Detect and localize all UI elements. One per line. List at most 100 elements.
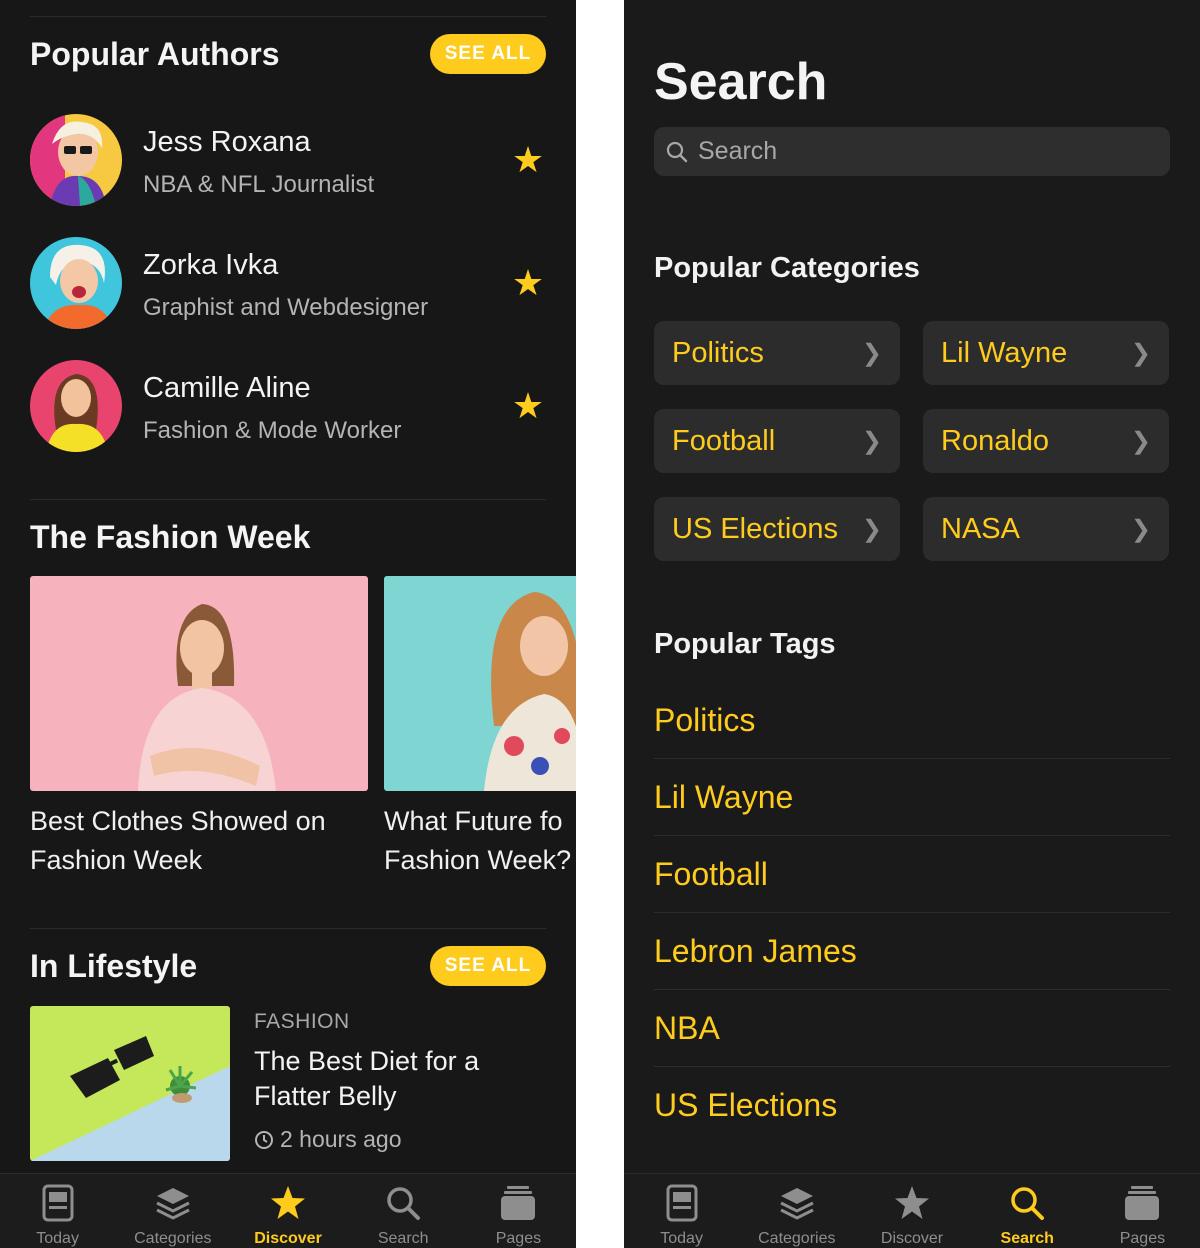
tab-bar: Today Categories Discover Search Pages bbox=[0, 1173, 576, 1248]
tab-label: Categories bbox=[758, 1230, 836, 1247]
lifestyle-title: In Lifestyle bbox=[30, 948, 198, 984]
favorite-star-icon[interactable]: ★ bbox=[510, 142, 546, 178]
divider bbox=[30, 928, 546, 929]
favorite-star-icon[interactable]: ★ bbox=[510, 388, 546, 424]
author-role: NBA & NFL Journalist bbox=[143, 171, 375, 198]
divider bbox=[30, 16, 546, 17]
author-name: Zorka Ivka bbox=[143, 249, 279, 281]
category-button[interactable]: US Elections ❯ bbox=[654, 497, 900, 561]
category-button[interactable]: Politics ❯ bbox=[654, 321, 900, 385]
tab-categories[interactable]: Categories bbox=[115, 1174, 230, 1248]
tab-today[interactable]: Today bbox=[624, 1174, 739, 1248]
author-role: Fashion & Mode Worker bbox=[143, 417, 402, 444]
tab-label: Pages bbox=[495, 1230, 542, 1247]
fashion-week-title: The Fashion Week bbox=[30, 519, 311, 555]
popular-authors-title: Popular Authors bbox=[30, 36, 280, 72]
category-label: Lil Wayne bbox=[941, 336, 1068, 369]
tag-item[interactable]: Politics bbox=[654, 682, 1170, 759]
tag-item[interactable]: Lebron James bbox=[654, 913, 1170, 990]
tab-label: Discover bbox=[254, 1230, 322, 1247]
tab-label: Today bbox=[660, 1230, 703, 1247]
star-icon bbox=[271, 1186, 305, 1219]
tab-bar: Today Categories Discover Search Pages bbox=[624, 1173, 1200, 1248]
tag-item[interactable]: Lil Wayne bbox=[654, 759, 1170, 836]
tab-label: Discover bbox=[880, 1230, 944, 1247]
card-title-line: Best Clothes Showed on bbox=[30, 806, 326, 836]
author-item[interactable]: Camille Aline Fashion & Mode Worker ★ bbox=[30, 360, 546, 452]
tag-label: Lil Wayne bbox=[654, 778, 794, 815]
popular-categories-title: Popular Categories bbox=[654, 252, 920, 284]
article-time-text: 2 hours ago bbox=[280, 1126, 402, 1152]
tag-item[interactable]: NBA bbox=[654, 990, 1170, 1067]
tab-discover[interactable]: Discover bbox=[854, 1174, 969, 1248]
category-button[interactable]: Ronaldo ❯ bbox=[923, 409, 1169, 473]
today-icon bbox=[666, 1184, 698, 1222]
chevron-right-icon: ❯ bbox=[1130, 515, 1151, 543]
authors-see-all-button[interactable]: SEE ALL bbox=[430, 34, 546, 74]
search-bar[interactable] bbox=[654, 127, 1170, 176]
fashion-card-title[interactable]: What Future fo Fashion Week? bbox=[384, 802, 576, 880]
search-icon bbox=[666, 141, 688, 162]
tab-label: Search bbox=[377, 1230, 429, 1247]
article-category: FASHION bbox=[254, 1010, 350, 1033]
tag-label: Politics bbox=[654, 701, 756, 738]
divider bbox=[30, 499, 546, 500]
lifestyle-see-all-button[interactable]: SEE ALL bbox=[430, 946, 546, 986]
category-label: Politics bbox=[672, 336, 764, 369]
layers-icon bbox=[156, 1188, 190, 1220]
author-name: Camille Aline bbox=[143, 372, 311, 404]
category-label: US Elections bbox=[672, 512, 839, 545]
tag-label: Football bbox=[654, 855, 768, 892]
star-icon bbox=[895, 1186, 929, 1219]
search-screen: Search Popular Categories Politics ❯ Lil… bbox=[624, 0, 1200, 1248]
fashion-card-title[interactable]: Best Clothes Showed on Fashion Week bbox=[30, 802, 368, 880]
fashion-card-image[interactable] bbox=[30, 576, 368, 791]
tab-label: Today bbox=[36, 1230, 79, 1247]
card-title-line: Fashion Week? bbox=[384, 845, 572, 875]
tab-categories[interactable]: Categories bbox=[739, 1174, 854, 1248]
category-button[interactable]: NASA ❯ bbox=[923, 497, 1169, 561]
tab-label: Search bbox=[1000, 1230, 1054, 1247]
chevron-right-icon: ❯ bbox=[1130, 339, 1151, 367]
chevron-right-icon: ❯ bbox=[861, 427, 882, 455]
tab-pages[interactable]: Pages bbox=[1085, 1174, 1200, 1248]
today-icon bbox=[42, 1184, 74, 1222]
tab-pages[interactable]: Pages bbox=[461, 1174, 576, 1248]
tab-label: Categories bbox=[134, 1230, 212, 1247]
article-time: 2 hours ago bbox=[254, 1126, 401, 1153]
search-icon bbox=[1011, 1187, 1045, 1220]
chevron-right-icon: ❯ bbox=[1130, 427, 1151, 455]
category-button[interactable]: Lil Wayne ❯ bbox=[923, 321, 1169, 385]
tag-label: NBA bbox=[654, 1009, 720, 1046]
search-icon bbox=[387, 1187, 421, 1220]
favorite-star-icon[interactable]: ★ bbox=[510, 265, 546, 301]
tab-search[interactable]: Search bbox=[970, 1174, 1085, 1248]
pages-icon bbox=[1125, 1186, 1160, 1220]
card-title-line: What Future fo bbox=[384, 806, 563, 836]
article-title[interactable]: The Best Diet for a Flatter Belly bbox=[254, 1044, 554, 1114]
lifestyle-article-image[interactable] bbox=[30, 1006, 230, 1161]
author-item[interactable]: Zorka Ivka Graphist and Webdesigner ★ bbox=[30, 237, 546, 329]
category-label: NASA bbox=[941, 512, 1020, 545]
tab-discover[interactable]: Discover bbox=[230, 1174, 345, 1248]
tag-item[interactable]: Football bbox=[654, 836, 1170, 913]
author-item[interactable]: Jess Roxana NBA & NFL Journalist ★ bbox=[30, 114, 546, 206]
tag-item[interactable]: US Elections bbox=[654, 1067, 1170, 1144]
tab-today[interactable]: Today bbox=[0, 1174, 115, 1248]
card-title-line: Fashion Week bbox=[30, 845, 203, 875]
chevron-right-icon: ❯ bbox=[861, 515, 882, 543]
chevron-right-icon: ❯ bbox=[861, 339, 882, 367]
tag-label: US Elections bbox=[654, 1087, 838, 1123]
tab-search[interactable]: Search bbox=[346, 1174, 461, 1248]
author-name: Jess Roxana bbox=[143, 126, 311, 158]
category-button[interactable]: Football ❯ bbox=[654, 409, 900, 473]
tab-label: Pages bbox=[1119, 1230, 1166, 1247]
category-label: Ronaldo bbox=[941, 424, 1050, 457]
layers-icon bbox=[780, 1188, 814, 1220]
search-input[interactable] bbox=[698, 137, 1138, 166]
avatar bbox=[30, 237, 122, 329]
clock-icon bbox=[255, 1130, 273, 1149]
fashion-card-image[interactable] bbox=[384, 576, 576, 791]
author-role: Graphist and Webdesigner bbox=[143, 294, 429, 321]
popular-tags-title: Popular Tags bbox=[654, 628, 836, 660]
